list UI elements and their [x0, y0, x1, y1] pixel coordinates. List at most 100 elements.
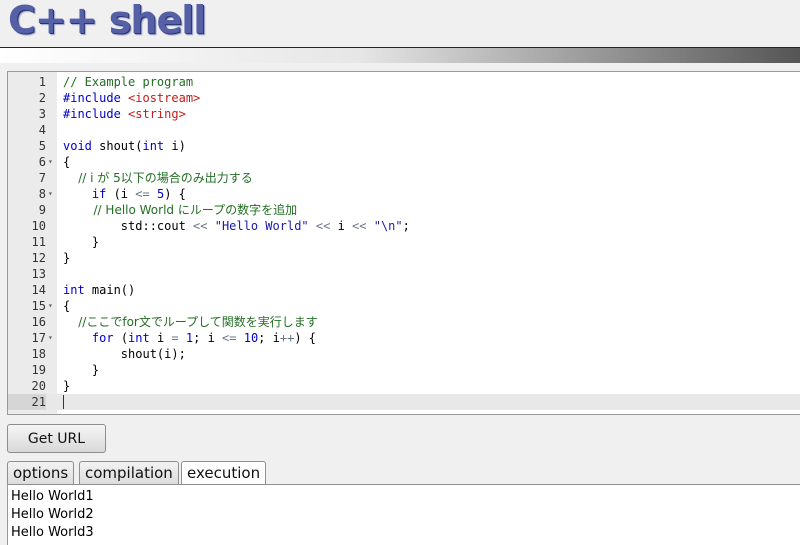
code-line[interactable]: 7 // i が 5以下の場合のみ出力する	[8, 170, 800, 186]
output-line: Hello World2	[11, 507, 94, 522]
code-text: {	[63, 298, 70, 314]
code-text: std::cout << "Hello World" << i << "\n";	[63, 218, 410, 234]
line-number: 9	[38, 203, 46, 217]
fold-toggle-icon[interactable]: ▾	[48, 330, 57, 346]
code-token: {	[63, 299, 71, 313]
code-text: {	[63, 154, 70, 170]
header: C++ shell	[0, 0, 800, 47]
code-token: }	[63, 251, 71, 265]
code-line[interactable]: 18 shout(i);	[8, 346, 800, 362]
code-token: shout(i);	[63, 347, 186, 361]
code-token: // Example program	[63, 75, 194, 89]
code-text: }	[63, 378, 70, 394]
code-token: <=	[135, 187, 150, 201]
code-token: main()	[84, 283, 136, 297]
line-number: 15	[31, 299, 46, 313]
code-line[interactable]: 14 int main()	[8, 282, 800, 298]
code-token: "Hello World"	[214, 219, 309, 233]
code-token: i)	[164, 139, 186, 153]
line-number: 16	[31, 315, 46, 329]
tab-execution[interactable]: execution	[181, 461, 267, 486]
code-token: "\n"	[373, 219, 403, 233]
code-line[interactable]: 11 }	[8, 234, 800, 250]
code-editor[interactable]: 1// Example program 2 #include <iostream> 3…	[7, 71, 800, 415]
code-line[interactable]: 20}	[8, 378, 800, 394]
code-line[interactable]: 6 ▾ {	[8, 154, 800, 170]
code-line[interactable]: 19 }	[8, 362, 800, 378]
line-number: 10	[31, 219, 46, 233]
code-text: void shout(int i)	[63, 138, 186, 154]
code-text: int main()	[63, 282, 135, 298]
code-token: <=	[222, 331, 237, 345]
code-token: shout(	[91, 139, 143, 153]
code-text: // Hello World にループの数字を追加	[63, 202, 298, 218]
code-token: int	[128, 331, 150, 345]
code-token: ; i	[258, 331, 280, 345]
code-line[interactable]: 10 std::cout << "Hello World" << i << "\…	[8, 218, 800, 234]
code-token: <<	[315, 219, 331, 233]
output-line: Hello World1	[11, 489, 94, 504]
code-token: 10	[243, 331, 259, 345]
text-cursor	[63, 395, 64, 409]
fold-toggle-icon[interactable]: ▾	[48, 298, 57, 314]
code-token: i	[149, 331, 172, 345]
code-line[interactable]: 16 //ここでfor文でループして関数を実行します	[8, 314, 800, 330]
line-number: 2	[38, 91, 46, 105]
code-line[interactable]: 3 #include <string>	[8, 106, 800, 122]
code-token: int	[63, 283, 85, 297]
code-token: }	[63, 379, 71, 393]
code-line[interactable]: 12}	[8, 250, 800, 266]
code-line[interactable]: 2 #include <iostream>	[8, 90, 800, 106]
code-token: #include	[63, 91, 129, 105]
code-token: //ここでfor文でループして関数を実行します	[63, 315, 318, 329]
code-token: // i が 5以下の場合のみ出力する	[63, 171, 253, 185]
line-number: 6	[38, 155, 46, 169]
code-line[interactable]: 8 ▾ if (i <= 5) {	[8, 186, 800, 202]
code-token: for	[91, 331, 114, 345]
code-token: <<	[193, 219, 208, 233]
line-number: 18	[31, 347, 46, 361]
code-line[interactable]: 9 // Hello World にループの数字を追加	[8, 202, 800, 218]
code-line[interactable]: 1 // Example program	[8, 74, 800, 90]
tab-options[interactable]: options	[7, 461, 75, 484]
line-number: 14	[31, 283, 46, 297]
line-number: 7	[38, 171, 46, 185]
code-token: ) {	[164, 187, 186, 201]
code-line[interactable]: 5 void shout(int i)	[8, 138, 800, 154]
code-lines[interactable]: 1// Example program 2 #include <iostream> 3…	[8, 74, 800, 410]
code-line[interactable]: 4	[8, 122, 800, 138]
code-token: ) {	[294, 331, 316, 345]
line-number: 1	[38, 75, 46, 89]
code-text: // i が 5以下の場合のみ出力する	[63, 170, 253, 186]
line-number: 3	[38, 107, 46, 121]
code-token: #include	[63, 107, 129, 121]
code-line[interactable]: 15 ▾ {	[8, 298, 800, 314]
code-line[interactable]: 17 ▾ for (int i = 1; i <= 10; i++) {	[8, 330, 800, 346]
code-text: if (i <= 5) {	[63, 186, 186, 202]
tab-compilation[interactable]: compilation	[79, 461, 179, 484]
line-number: 4	[38, 123, 46, 137]
get-url-button[interactable]: Get URL	[7, 424, 106, 453]
code-token: // Hello World にループの数字を追加	[63, 203, 298, 217]
line-number: 13	[31, 267, 46, 281]
code-token: std::cout	[63, 219, 194, 233]
fold-toggle-icon[interactable]: ▾	[48, 186, 57, 202]
fold-toggle-icon[interactable]: ▾	[48, 154, 57, 170]
code-token: =	[171, 331, 179, 345]
code-line[interactable]: 21	[8, 394, 800, 410]
code-token: ; i	[193, 331, 223, 345]
line-number: 8	[38, 187, 46, 201]
code-text: #include <string>	[63, 106, 186, 122]
code-line[interactable]: 13	[8, 266, 800, 282]
code-text: }	[63, 234, 99, 250]
line-number: 19	[31, 363, 46, 377]
line-number: 17	[31, 331, 46, 345]
code-token: int	[142, 139, 165, 153]
